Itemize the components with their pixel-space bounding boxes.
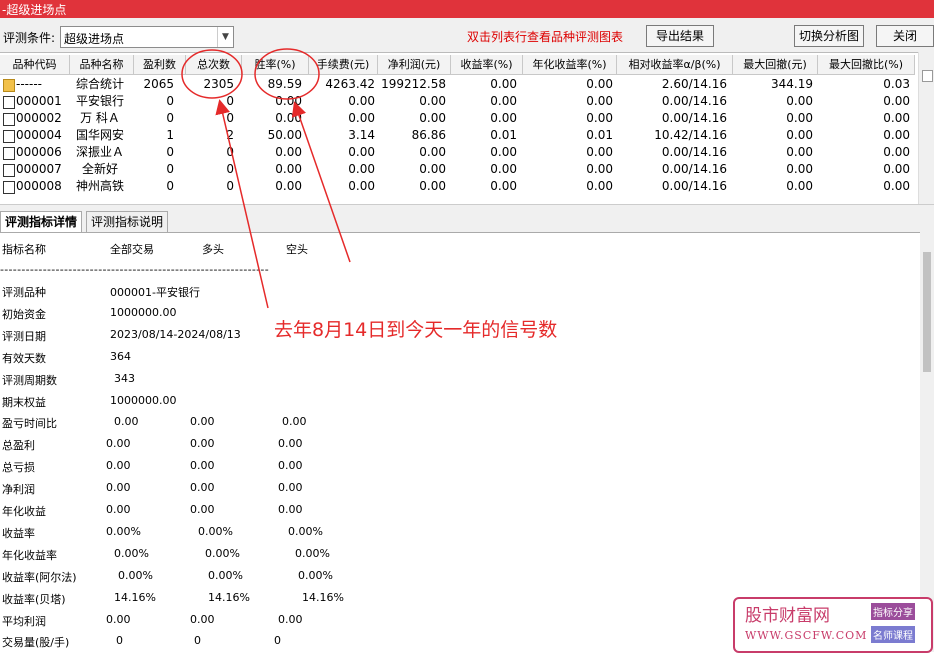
total-count-highlight-circle bbox=[181, 49, 243, 99]
watermark-tag-share: 指标分享 bbox=[871, 603, 915, 620]
watermark-tag-course: 名师课程 bbox=[871, 626, 915, 643]
watermark-name: 股市财富网 bbox=[745, 606, 830, 626]
annotation-arrow-total bbox=[215, 99, 269, 309]
watermark-url: WWW.GSCFW.COM bbox=[745, 629, 868, 642]
watermark-logo: 股市财富网 WWW.GSCFW.COM 指标分享 名师课程 bbox=[733, 597, 933, 653]
annotation-arrow-winrate bbox=[291, 101, 351, 263]
winrate-highlight-circle bbox=[254, 48, 320, 100]
annotation-text: 去年8月14日到今天一年的信号数 bbox=[274, 319, 558, 341]
